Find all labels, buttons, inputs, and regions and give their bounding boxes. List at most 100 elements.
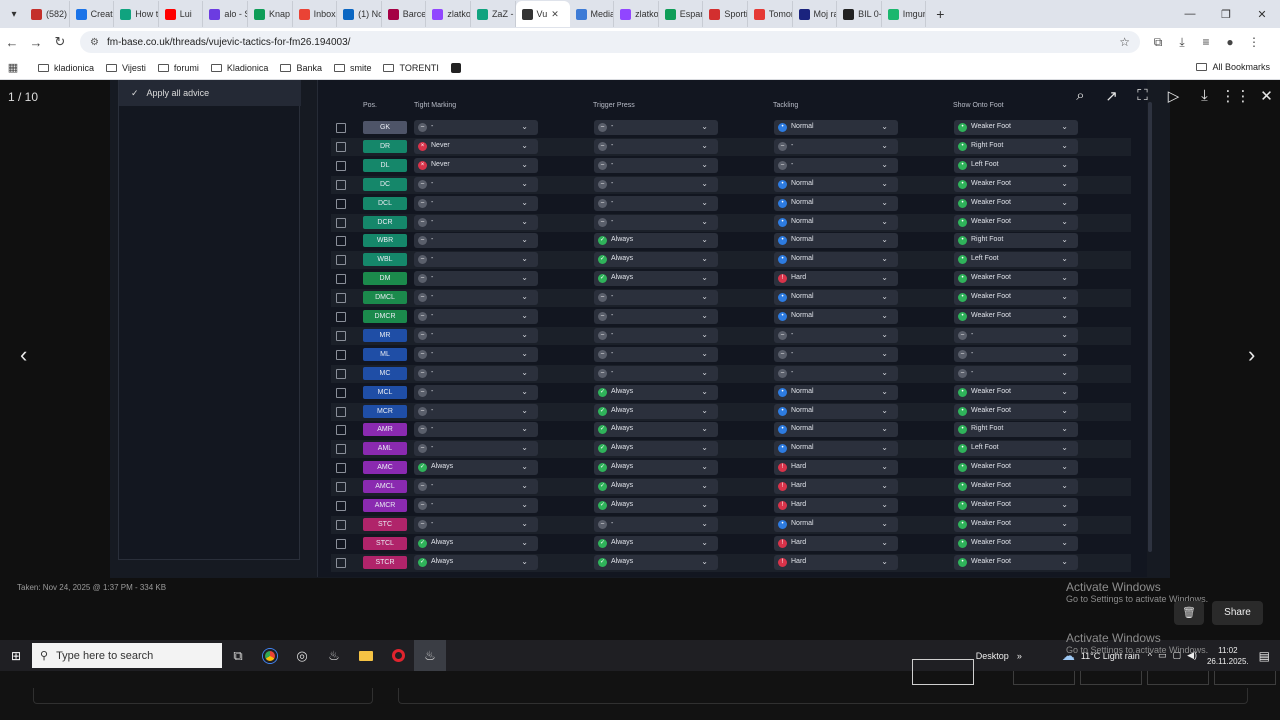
tab-search-icon[interactable]: ▾ [3, 3, 25, 25]
bookmark-folder[interactable]: Banka [280, 63, 322, 73]
trigger-press-select[interactable]: – - ⌄ [594, 365, 718, 381]
trigger-press-select[interactable]: – - ⌄ [594, 290, 718, 306]
tackling-select[interactable]: ! Hard ⌄ [774, 535, 898, 551]
tackling-select[interactable]: ! Hard ⌄ [774, 271, 898, 287]
trigger-press-select[interactable]: – - ⌄ [594, 346, 718, 362]
trigger-press-select[interactable]: ✓ Always ⌄ [594, 498, 718, 513]
trigger-press-select[interactable]: – - ⌄ [594, 516, 718, 532]
windows-start-icon[interactable]: ⊞ [0, 649, 32, 663]
fullscreen-icon[interactable]: ⛶ [1127, 87, 1158, 105]
tackling-select[interactable]: – - ⌄ [774, 365, 898, 381]
tackling-select[interactable]: • Normal ⌄ [774, 384, 898, 400]
menu-icon[interactable]: ⋮ [1242, 35, 1266, 50]
row-checkbox[interactable] [336, 217, 346, 228]
tab[interactable]: Create [70, 1, 115, 27]
tab[interactable]: BIL 0-2 [837, 1, 882, 27]
trigger-press-select[interactable]: ✓ Always ⌄ [594, 422, 718, 438]
tackling-select[interactable]: • Normal ⌄ [774, 252, 898, 268]
media-controls-icon[interactable]: ≡ [1194, 35, 1218, 50]
tackling-select[interactable]: ! Hard ⌄ [774, 479, 898, 495]
row-checkbox[interactable] [336, 482, 346, 493]
tight-marking-select[interactable]: – - ⌄ [414, 290, 538, 306]
minimize-icon[interactable]: — [1172, 8, 1208, 20]
tight-marking-select[interactable]: – - ⌄ [414, 403, 538, 419]
tight-marking-select[interactable]: – - ⌄ [414, 384, 538, 400]
show-onto-foot-select[interactable]: • Weaker Foot ⌄ [954, 403, 1078, 419]
bookmark-folder[interactable]: Kladionica [210, 63, 268, 73]
profile-avatar-icon[interactable]: ● [1218, 35, 1242, 50]
show-onto-foot-select[interactable]: • Left Foot ⌄ [954, 441, 1078, 457]
row-checkbox[interactable] [336, 501, 346, 511]
toolbar-expand-icon[interactable]: » [1017, 651, 1022, 661]
show-onto-foot-select[interactable]: • Weaker Foot ⌄ [954, 271, 1078, 287]
tackling-select[interactable]: • Normal ⌄ [774, 441, 898, 457]
tight-marking-select[interactable]: – - ⌄ [414, 252, 538, 268]
bookmark-folder[interactable]: forumi [157, 63, 199, 73]
row-checkbox[interactable] [336, 557, 346, 568]
tab[interactable]: ZaZ - [471, 1, 516, 27]
tackling-select[interactable]: • Normal ⌄ [774, 176, 898, 192]
row-checkbox[interactable] [336, 463, 346, 474]
row-checkbox[interactable] [336, 160, 346, 171]
download-icon[interactable]: ⤓ [1170, 35, 1194, 50]
tight-marking-select[interactable]: ✓ Always ⌄ [414, 460, 538, 476]
bookmark-folder[interactable]: kladionica [38, 63, 94, 73]
tab[interactable]: zlatko [614, 1, 659, 27]
show-onto-foot-select[interactable]: – - ⌄ [954, 365, 1078, 381]
bookmark-folder[interactable]: TORENTI [383, 63, 439, 73]
trigger-press-select[interactable]: – - ⌄ [594, 309, 718, 324]
share-button[interactable]: Share [1212, 601, 1263, 625]
tight-marking-select[interactable]: – - ⌄ [414, 498, 538, 513]
tight-marking-select[interactable]: – - ⌄ [414, 120, 538, 135]
tight-marking-select[interactable]: × Never ⌄ [414, 138, 538, 154]
show-onto-foot-select[interactable]: • Weaker Foot ⌄ [954, 290, 1078, 306]
show-onto-foot-select[interactable]: • Weaker Foot ⌄ [954, 554, 1078, 570]
show-onto-foot-select[interactable]: – - ⌄ [954, 346, 1078, 362]
table-scrollbar[interactable] [1148, 102, 1152, 552]
tackling-select[interactable]: • Normal ⌄ [774, 214, 898, 230]
tight-marking-select[interactable]: – - ⌄ [414, 422, 538, 438]
tackling-select[interactable]: • Normal ⌄ [774, 403, 898, 419]
row-checkbox[interactable] [336, 179, 346, 190]
row-checkbox[interactable] [336, 519, 346, 530]
bookmark-folder[interactable]: Vijesti [106, 63, 146, 73]
trigger-press-select[interactable]: ✓ Always ⌄ [594, 554, 718, 570]
tab[interactable]: Barcel [382, 1, 427, 27]
tight-marking-select[interactable]: × Never ⌄ [414, 157, 538, 173]
trigger-press-select[interactable]: – - ⌄ [594, 138, 718, 154]
tight-marking-select[interactable]: – - ⌄ [414, 214, 538, 230]
grid-view-icon[interactable]: ⋮⋮ [1220, 87, 1251, 105]
tight-marking-select[interactable]: – - ⌄ [414, 271, 538, 287]
show-onto-foot-select[interactable]: – - ⌄ [954, 327, 1078, 343]
thumbnail-current[interactable] [912, 659, 974, 685]
row-checkbox[interactable] [336, 198, 346, 209]
open-external-icon[interactable]: ↗ [1096, 87, 1127, 105]
tackling-select[interactable]: ! Hard ⌄ [774, 498, 898, 513]
tight-marking-select[interactable]: ✓ Always ⌄ [414, 535, 538, 551]
previous-arrow-icon[interactable]: ‹ [20, 342, 27, 368]
trigger-press-select[interactable]: ✓ Always ⌄ [594, 441, 718, 457]
show-onto-foot-select[interactable]: • Weaker Foot ⌄ [954, 309, 1078, 324]
show-onto-foot-select[interactable]: • Right Foot ⌄ [954, 233, 1078, 249]
row-checkbox[interactable] [336, 123, 346, 133]
forward-icon[interactable]: → [24, 35, 48, 50]
tight-marking-select[interactable]: – - ⌄ [414, 441, 538, 457]
tight-marking-select[interactable]: – - ⌄ [414, 346, 538, 362]
slideshow-play-icon[interactable]: ▷ [1158, 87, 1189, 105]
tight-marking-select[interactable]: – - ⌄ [414, 309, 538, 324]
apply-all-advice-button[interactable]: ✓ Apply all advice [119, 80, 301, 106]
thumbnail[interactable] [1214, 671, 1276, 685]
row-checkbox[interactable] [336, 368, 346, 379]
show-onto-foot-select[interactable]: • Left Foot ⌄ [954, 157, 1078, 173]
row-checkbox[interactable] [336, 141, 346, 152]
tight-marking-select[interactable]: ✓ Always ⌄ [414, 554, 538, 570]
tight-marking-select[interactable]: – - ⌄ [414, 327, 538, 343]
steam-active-icon[interactable]: ♨ [414, 640, 446, 671]
bookmark-star-icon[interactable]: ☆ [1119, 35, 1130, 49]
trigger-press-select[interactable]: – - ⌄ [594, 120, 718, 135]
show-onto-foot-select[interactable]: • Weaker Foot ⌄ [954, 214, 1078, 230]
site-info-icon[interactable]: ⚙ [90, 37, 99, 48]
steam-settings-icon[interactable]: ◎ [286, 640, 318, 671]
tab[interactable]: (582) D [25, 1, 70, 27]
trigger-press-select[interactable]: ✓ Always ⌄ [594, 252, 718, 268]
